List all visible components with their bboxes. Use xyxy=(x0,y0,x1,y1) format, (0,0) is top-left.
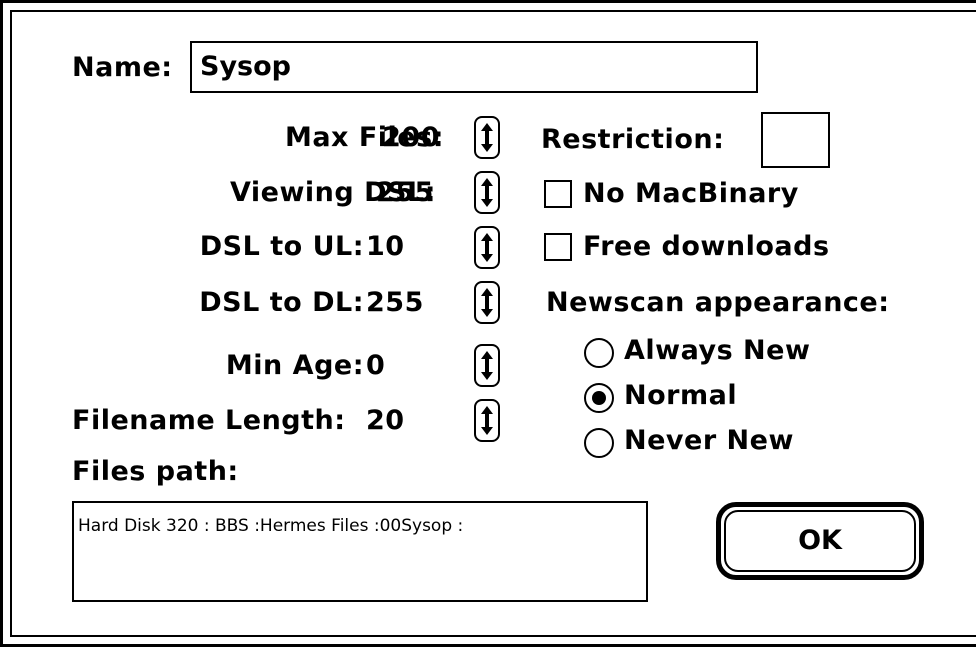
dsl-to-ul-label: DSL to UL: xyxy=(199,231,364,262)
up-down-arrow-icon xyxy=(474,281,500,324)
up-down-arrow-icon xyxy=(474,226,500,269)
files-path-label: Files path: xyxy=(72,456,239,487)
min-age-value: 0 xyxy=(366,350,386,381)
free-downloads-checkbox[interactable] xyxy=(544,233,572,261)
filename-length-label: Filename Length: xyxy=(72,405,346,436)
min-age-stepper[interactable] xyxy=(474,344,500,387)
normal-label: Normal xyxy=(624,380,738,411)
up-down-arrow-icon xyxy=(474,116,500,159)
name-label: Name: xyxy=(72,52,173,83)
max-files-stepper[interactable] xyxy=(474,116,500,159)
dsl-to-ul-value: 10 xyxy=(366,231,405,262)
always-new-radio[interactable] xyxy=(584,338,614,368)
dsl-to-ul-stepper[interactable] xyxy=(474,226,500,269)
dsl-to-dl-label: DSL to DL: xyxy=(199,287,364,318)
max-files-value: 200 xyxy=(382,122,440,153)
free-downloads-label: Free downloads xyxy=(583,231,830,262)
always-new-label: Always New xyxy=(624,335,811,366)
normal-radio[interactable] xyxy=(584,383,614,413)
viewing-dsl-stepper[interactable] xyxy=(474,171,500,214)
files-path-input[interactable]: Hard Disk 320 : BBS :Hermes Files :00Sys… xyxy=(72,501,648,602)
up-down-arrow-icon xyxy=(474,344,500,387)
name-input-value: Sysop xyxy=(200,51,291,82)
viewing-dsl-value: 255 xyxy=(376,177,434,208)
name-input[interactable]: Sysop xyxy=(190,41,758,93)
dsl-to-dl-stepper[interactable] xyxy=(474,281,500,324)
ok-button-face: OK xyxy=(724,510,916,572)
filename-length-value: 20 xyxy=(366,405,405,436)
no-macbinary-checkbox[interactable] xyxy=(544,180,572,208)
up-down-arrow-icon xyxy=(474,399,500,442)
restriction-label: Restriction: xyxy=(541,124,725,155)
no-macbinary-label: No MacBinary xyxy=(583,178,799,209)
ok-button[interactable]: OK xyxy=(716,502,924,580)
filename-length-stepper[interactable] xyxy=(474,399,500,442)
never-new-radio[interactable] xyxy=(584,428,614,458)
dsl-to-dl-value: 255 xyxy=(366,287,424,318)
newscan-appearance-label: Newscan appearance: xyxy=(546,287,890,318)
restriction-input[interactable] xyxy=(761,112,830,168)
min-age-label: Min Age: xyxy=(225,350,364,381)
never-new-label: Never New xyxy=(624,425,794,456)
file-section-dialog: Name: Sysop Max Files: 200 Viewing DSL: … xyxy=(0,0,976,647)
files-path-value: Hard Disk 320 : BBS :Hermes Files :00Sys… xyxy=(78,516,464,536)
up-down-arrow-icon xyxy=(474,171,500,214)
ok-button-label: OK xyxy=(798,525,842,556)
